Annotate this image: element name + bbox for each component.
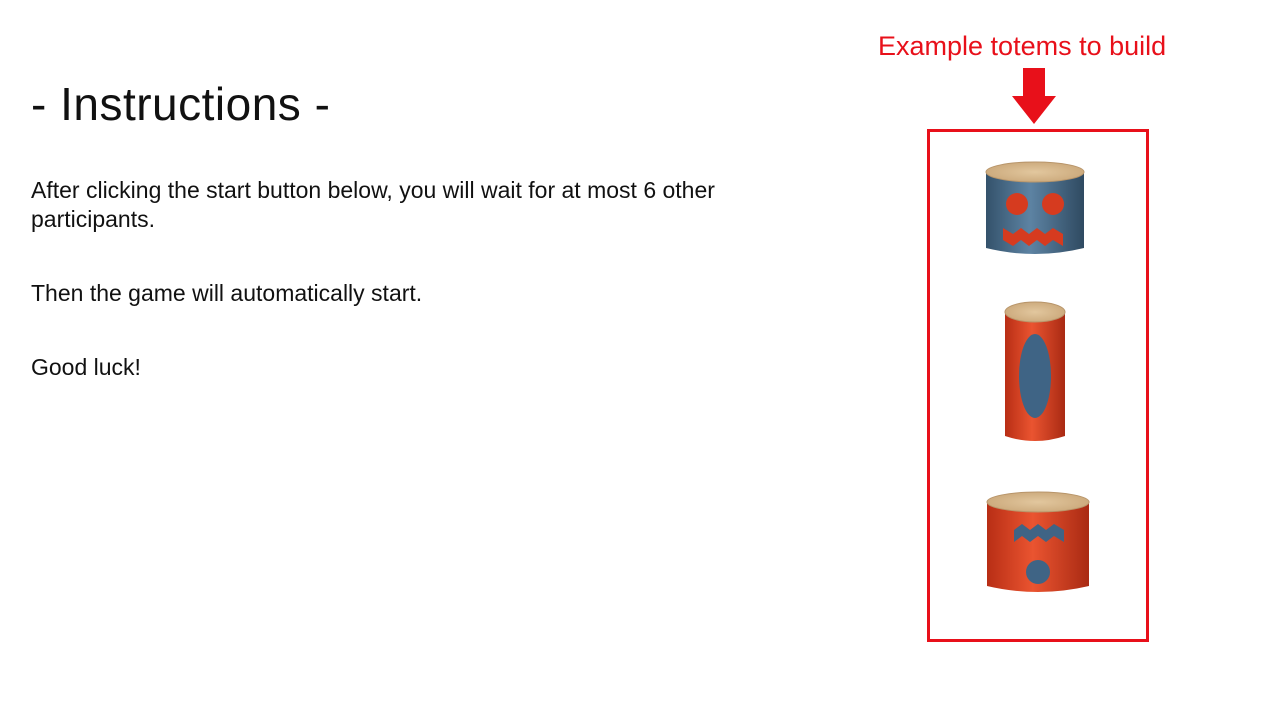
- totem-blue-face-image: [985, 161, 1085, 254]
- instruction-paragraph-start: Then the game will automatically start.: [31, 280, 423, 306]
- totem-red-tall-image: [1004, 301, 1066, 441]
- example-totems-label: Example totems to build: [878, 31, 1167, 61]
- down-arrow-icon: [1012, 68, 1056, 124]
- example-totems-box: [927, 129, 1149, 642]
- page-title: - Instructions -: [31, 78, 331, 130]
- instructions-text: After clicking the start button below, y…: [31, 176, 821, 427]
- instruction-paragraph-wait: After clicking the start button below, y…: [31, 177, 715, 232]
- instructions-page: - Instructions - After clicking the star…: [0, 0, 1280, 720]
- totem-red-face-image: [986, 491, 1090, 592]
- instruction-paragraph-luck: Good luck!: [31, 354, 141, 380]
